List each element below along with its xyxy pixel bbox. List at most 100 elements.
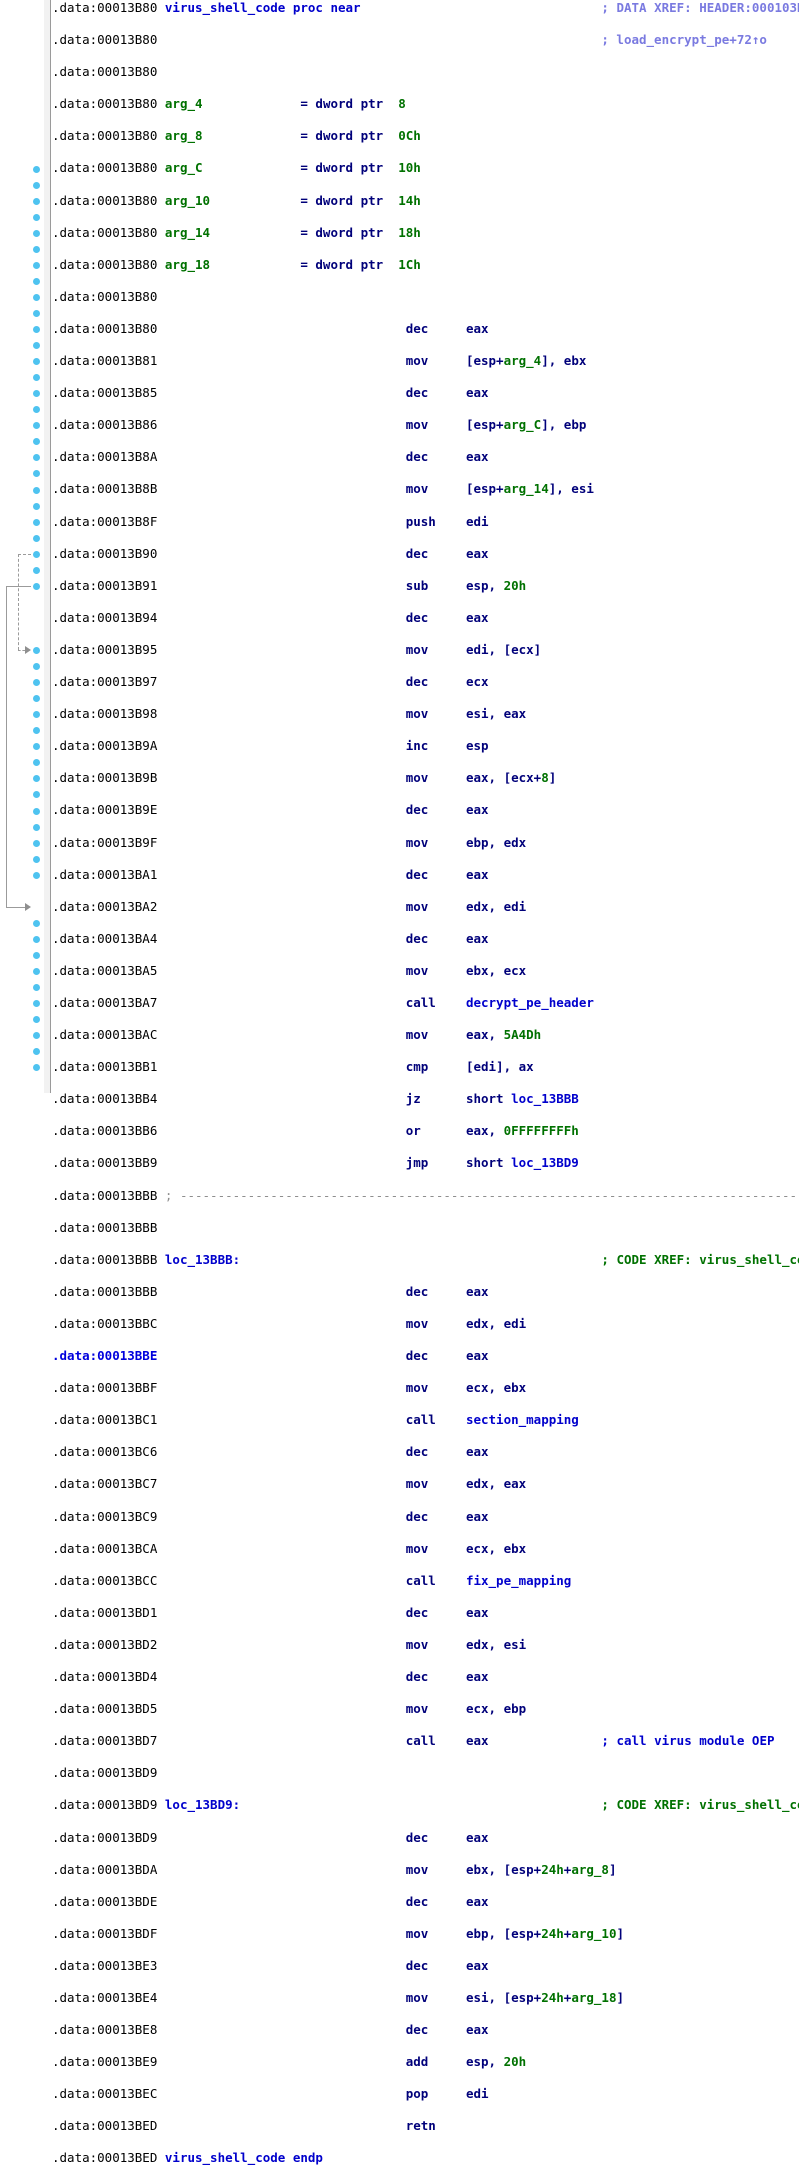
disassembly-line[interactable]: .data:00013BA2 mov edx, edi: [52, 899, 799, 915]
instruction-marker-dot[interactable]: [33, 309, 40, 317]
disassembly-line[interactable]: .data:00013BBF mov ecx, ebx: [52, 1380, 799, 1396]
disassembly-line[interactable]: .data:00013BED retn: [52, 2118, 799, 2134]
instruction-marker-dot[interactable]: [33, 951, 40, 959]
instruction-marker-dot[interactable]: [33, 1032, 40, 1040]
instruction-marker-dot[interactable]: [33, 984, 40, 992]
disassembly-line[interactable]: .data:00013B9F mov ebp, edx: [52, 835, 799, 851]
instruction-marker-dot[interactable]: [33, 502, 40, 510]
disassembly-line[interactable]: .data:00013BD2 mov edx, esi: [52, 1637, 799, 1653]
instruction-marker-dot[interactable]: [33, 406, 40, 414]
disassembly-line[interactable]: .data:00013B97 dec ecx: [52, 674, 799, 690]
disassembly-line[interactable]: .data:00013BBB ; -----------------------…: [52, 1188, 799, 1204]
disassembly-line[interactable]: .data:00013BC7 mov edx, eax: [52, 1476, 799, 1492]
disassembly-line[interactable]: .data:00013BD5 mov ecx, ebp: [52, 1701, 799, 1717]
instruction-marker-dot[interactable]: [33, 807, 40, 815]
instruction-marker-dot[interactable]: [33, 582, 40, 590]
disassembly-line[interactable]: .data:00013B85 dec eax: [52, 385, 799, 401]
disassembly-line[interactable]: .data:00013B80 arg_C = dword ptr 10h: [52, 160, 799, 176]
disassembly-line[interactable]: .data:00013BB4 jz short loc_13BBB: [52, 1091, 799, 1107]
disassembly-line[interactable]: .data:00013BD9 loc_13BD9: ; CODE XREF: v…: [52, 1797, 799, 1813]
disassembly-line[interactable]: .data:00013BB6 or eax, 0FFFFFFFFh: [52, 1123, 799, 1139]
disassembly-line[interactable]: .data:00013BDE dec eax: [52, 1894, 799, 1910]
instruction-marker-dot[interactable]: [33, 775, 40, 783]
disassembly-line[interactable]: .data:00013BD9: [52, 1765, 799, 1781]
disassembly-line[interactable]: .data:00013B80 arg_8 = dword ptr 0Ch: [52, 128, 799, 144]
disassembly-line[interactable]: .data:00013B80: [52, 289, 799, 305]
disassembly-line[interactable]: .data:00013BD7 call eax ; call virus mod…: [52, 1733, 799, 1749]
disassembly-line[interactable]: .data:00013BAC mov eax, 5A4Dh: [52, 1027, 799, 1043]
instruction-marker-dot[interactable]: [33, 486, 40, 494]
instruction-marker-dot[interactable]: [33, 293, 40, 301]
instruction-marker-dot[interactable]: [33, 534, 40, 542]
disassembly-line[interactable]: .data:00013BD1 dec eax: [52, 1605, 799, 1621]
instruction-marker-dot[interactable]: [33, 261, 40, 269]
instruction-marker-dot[interactable]: [33, 1064, 40, 1072]
instruction-marker-dot[interactable]: [33, 229, 40, 237]
disassembly-line[interactable]: .data:00013B9A inc esp: [52, 738, 799, 754]
instruction-marker-dot[interactable]: [33, 727, 40, 735]
disassembly-line[interactable]: .data:00013B91 sub esp, 20h: [52, 578, 799, 594]
instruction-marker-dot[interactable]: [33, 165, 40, 173]
instruction-marker-dot[interactable]: [33, 245, 40, 253]
instruction-marker-dot[interactable]: [33, 422, 40, 430]
instruction-marker-dot[interactable]: [33, 550, 40, 558]
instruction-marker-dot[interactable]: [33, 326, 40, 333]
disassembly-line[interactable]: .data:00013BBB dec eax: [52, 1284, 799, 1300]
instruction-marker-dot[interactable]: [33, 871, 40, 879]
instruction-marker-dot[interactable]: [33, 358, 40, 366]
instruction-marker-dot[interactable]: [33, 390, 40, 398]
disassembly-line[interactable]: .data:00013BBC mov edx, edi: [52, 1316, 799, 1332]
disassembly-line[interactable]: .data:00013BB9 jmp short loc_13BD9: [52, 1155, 799, 1171]
instruction-marker-dot[interactable]: [33, 1016, 40, 1024]
instruction-marker-dot[interactable]: [33, 1048, 40, 1056]
disassembly-line[interactable]: .data:00013B9B mov eax, [ecx+8]: [52, 770, 799, 786]
instruction-marker-dot[interactable]: [33, 919, 40, 927]
instruction-marker-dot[interactable]: [33, 470, 40, 478]
instruction-marker-dot[interactable]: [33, 566, 40, 574]
instruction-marker-dot[interactable]: [33, 438, 40, 446]
disassembly-line[interactable]: .data:00013BED virus_shell_code endp: [52, 2150, 799, 2166]
disassembly-line[interactable]: .data:00013B8A dec eax: [52, 449, 799, 465]
disassembly-line[interactable]: .data:00013B80: [52, 64, 799, 80]
disassembly-line[interactable]: .data:00013B86 mov [esp+arg_C], ebp: [52, 417, 799, 433]
ida-disassembly-view[interactable]: .data:00013B80 virus_shell_code proc nea…: [0, 0, 799, 2165]
disassembly-line[interactable]: .data:00013BC9 dec eax: [52, 1509, 799, 1525]
instruction-marker-dot[interactable]: [33, 679, 40, 687]
disassembly-line[interactable]: .data:00013BA4 dec eax: [52, 931, 799, 947]
disassembly-line[interactable]: .data:00013B8B mov [esp+arg_14], esi: [52, 481, 799, 497]
disassembly-line[interactable]: .data:00013B80 arg_4 = dword ptr 8: [52, 96, 799, 112]
disassembly-line[interactable]: .data:00013B80 dec eax: [52, 321, 799, 337]
instruction-marker-dot[interactable]: [33, 342, 40, 350]
disassembly-line[interactable]: .data:00013B81 mov [esp+arg_4], ebx: [52, 353, 799, 369]
disassembly-line[interactable]: .data:00013B94 dec eax: [52, 610, 799, 626]
instruction-marker-dot[interactable]: [33, 1000, 40, 1008]
disassembly-line[interactable]: .data:00013BA1 dec eax: [52, 867, 799, 883]
instruction-marker-dot[interactable]: [33, 759, 40, 767]
instruction-marker-dot[interactable]: [33, 695, 40, 703]
disassembly-line[interactable]: .data:00013BBB: [52, 1220, 799, 1236]
instruction-marker-dot[interactable]: [33, 839, 40, 847]
disassembly-line[interactable]: .data:00013BD4 dec eax: [52, 1669, 799, 1685]
disassembly-line[interactable]: .data:00013BE8 dec eax: [52, 2022, 799, 2038]
instruction-marker-dot[interactable]: [33, 935, 40, 943]
disassembly-line[interactable]: .data:00013B8F push edi: [52, 514, 799, 530]
instruction-marker-dot[interactable]: [33, 743, 40, 751]
instruction-marker-dot[interactable]: [33, 374, 40, 382]
instruction-marker-dot[interactable]: [33, 855, 40, 863]
instruction-marker-dot[interactable]: [33, 647, 40, 654]
disassembly-line[interactable]: .data:00013B80 virus_shell_code proc nea…: [52, 0, 799, 16]
instruction-marker-dot[interactable]: [33, 277, 40, 285]
disassembly-line[interactable]: .data:00013BCA mov ecx, ebx: [52, 1541, 799, 1557]
disassembly-line[interactable]: .data:00013BE4 mov esi, [esp+24h+arg_18]: [52, 1990, 799, 2006]
disassembly-line[interactable]: .data:00013BBB loc_13BBB: ; CODE XREF: v…: [52, 1252, 799, 1268]
instruction-marker-dot[interactable]: [33, 791, 40, 799]
disassembly-line[interactable]: .data:00013BE3 dec eax: [52, 1958, 799, 1974]
instruction-marker-dot[interactable]: [33, 823, 40, 831]
disassembly-line[interactable]: .data:00013BEC pop edi: [52, 2086, 799, 2102]
disassembly-listing[interactable]: .data:00013B80 virus_shell_code proc nea…: [52, 0, 799, 2165]
disassembly-line[interactable]: .data:00013B98 mov esi, eax: [52, 706, 799, 722]
instruction-marker-dot[interactable]: [33, 663, 40, 671]
instruction-marker-dot[interactable]: [33, 454, 40, 462]
disassembly-line[interactable]: .data:00013B9E dec eax: [52, 802, 799, 818]
disassembly-line[interactable]: .data:00013BC6 dec eax: [52, 1444, 799, 1460]
